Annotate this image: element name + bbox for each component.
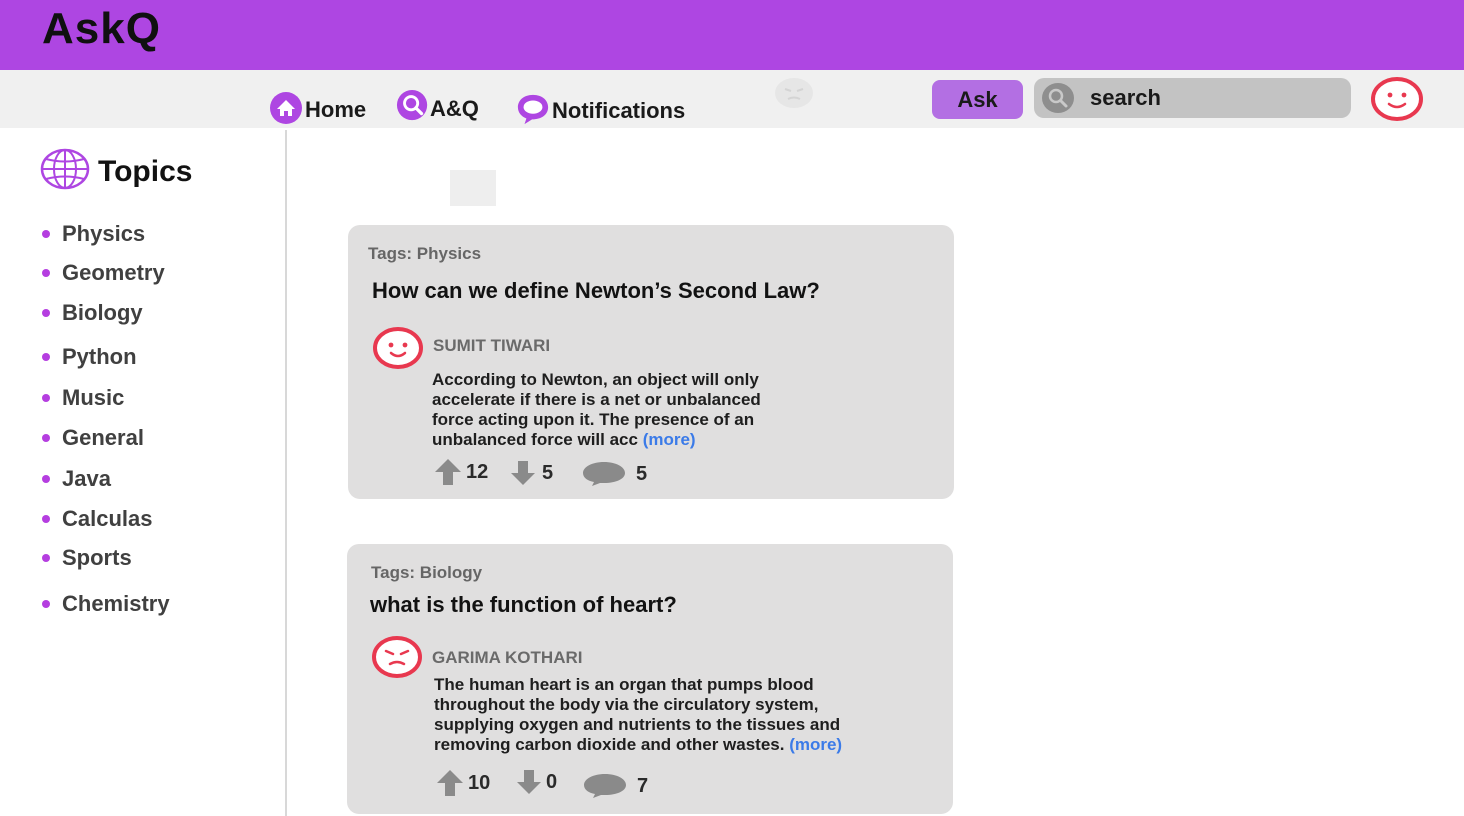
downvote-count: 5 [542, 461, 554, 484]
nav-notifications-label: Notifications [552, 98, 686, 123]
bullet-icon [42, 554, 50, 562]
topic-label: Java [62, 466, 111, 491]
comment-count: 5 [636, 462, 648, 485]
answer-line: supplying oxygen and nutrients to the ti… [434, 715, 841, 734]
topic-chemistry[interactable]: Chemistry [42, 591, 170, 617]
author-name[interactable]: SUMIT TIWARI [433, 336, 550, 356]
upvote-button[interactable]: 12 [434, 458, 488, 486]
answer-preview: According to Newton, an object will only… [432, 370, 932, 450]
answer-preview: The human heart is an organ that pumps b… [434, 675, 944, 755]
answer-line: unbalanced force will acc (more) [432, 430, 932, 450]
nav-qa-label: A&Q [430, 96, 479, 121]
upvote-count: 10 [468, 771, 491, 794]
bullet-icon [42, 353, 50, 361]
search-icon [396, 89, 430, 123]
topic-music[interactable]: Music [42, 385, 124, 411]
upvote-count: 12 [466, 460, 489, 483]
topic-label: Geometry [62, 260, 165, 285]
nav-home-label: Home [305, 97, 367, 122]
answer-line: throughout the body via the circulatory … [434, 695, 819, 714]
globe-icon [40, 148, 90, 195]
topic-physics[interactable]: Physics [42, 221, 145, 247]
comment-button[interactable]: 5 [582, 461, 647, 487]
topic-label: Calculas [62, 506, 153, 531]
search-icon [1041, 82, 1075, 114]
bullet-icon [42, 475, 50, 483]
question-tags: Tags: Physics [368, 244, 482, 263]
author-avatar[interactable] [371, 635, 425, 679]
answer-line: The human heart is an organ that pumps b… [434, 675, 814, 694]
home-icon [269, 91, 303, 125]
answer-line: accelerate if there is a net or unbalanc… [432, 390, 761, 409]
topic-general[interactable]: General [42, 425, 144, 451]
bullet-icon [42, 515, 50, 523]
upvote-button[interactable]: 10 [436, 769, 490, 797]
comment-icon [583, 462, 625, 486]
topics-title: Topics [98, 154, 193, 188]
answer-line: removing carbon dioxide and other wastes… [434, 735, 944, 755]
bullet-icon [42, 434, 50, 442]
arrow-up-icon [437, 770, 463, 796]
author-name[interactable]: GARIMA KOTHARI [432, 648, 582, 668]
search-bar[interactable] [1034, 78, 1351, 118]
question-title[interactable]: How can we define Newton’s Second Law? [372, 278, 820, 304]
answer-line-text: removing carbon dioxide and other wastes… [434, 735, 785, 754]
downvote-button[interactable]: 5 [510, 460, 553, 486]
topic-python[interactable]: Python [42, 344, 137, 370]
app-logo[interactable]: AskQ [42, 4, 161, 54]
sidebar-divider [285, 130, 287, 816]
image-placeholder [450, 170, 496, 206]
question-title[interactable]: what is the function of heart? [370, 592, 677, 618]
nav-qa[interactable]: A&Q [396, 89, 479, 123]
ask-button[interactable]: Ask [932, 80, 1023, 119]
comment-button[interactable]: 7 [583, 773, 648, 799]
topic-geometry[interactable]: Geometry [42, 260, 165, 286]
topic-label: Biology [62, 300, 143, 325]
question-card[interactable]: Tags: Biology what is the function of he… [347, 544, 953, 814]
more-link[interactable]: (more) [643, 430, 696, 449]
more-link[interactable]: (more) [789, 735, 842, 754]
question-card[interactable]: Tags: Physics How can we define Newton’s… [348, 225, 954, 499]
topics-header: Topics [40, 148, 192, 195]
user-avatar[interactable] [1370, 76, 1424, 122]
bullet-icon [42, 394, 50, 402]
downvote-button[interactable]: 0 [516, 769, 557, 795]
arrow-up-icon [435, 459, 461, 485]
chat-bubble-icon [516, 92, 550, 126]
topic-label: Python [62, 344, 137, 369]
search-input[interactable] [1090, 83, 1340, 113]
app-header: AskQ [0, 0, 1464, 70]
topic-label: Music [62, 385, 125, 410]
arrow-down-icon [517, 770, 541, 794]
bullet-icon [42, 269, 50, 277]
topic-calculas[interactable]: Calculas [42, 506, 153, 532]
topic-biology[interactable]: Biology [42, 300, 143, 326]
comment-icon [584, 774, 626, 798]
author-avatar[interactable] [372, 326, 426, 370]
nav-home[interactable]: Home [269, 91, 366, 125]
answer-line: According to Newton, an object will only [432, 370, 759, 389]
faded-face-icon [774, 77, 814, 111]
arrow-down-icon [511, 461, 535, 485]
topic-label: General [62, 425, 144, 450]
topic-label: Chemistry [62, 591, 170, 616]
nav-notifications[interactable]: Notifications [516, 92, 685, 126]
bullet-icon [42, 230, 50, 238]
topic-label: Physics [62, 221, 146, 246]
topic-java[interactable]: Java [42, 466, 111, 492]
downvote-count: 0 [546, 770, 558, 793]
comment-count: 7 [637, 774, 649, 797]
topic-label: Sports [62, 545, 132, 570]
bullet-icon [42, 600, 50, 608]
answer-line-text: unbalanced force will acc [432, 430, 638, 449]
question-tags: Tags: Biology [371, 563, 483, 582]
bullet-icon [42, 309, 50, 317]
answer-line: force acting upon it. The presence of an [432, 410, 755, 429]
topic-sports[interactable]: Sports [42, 545, 132, 571]
